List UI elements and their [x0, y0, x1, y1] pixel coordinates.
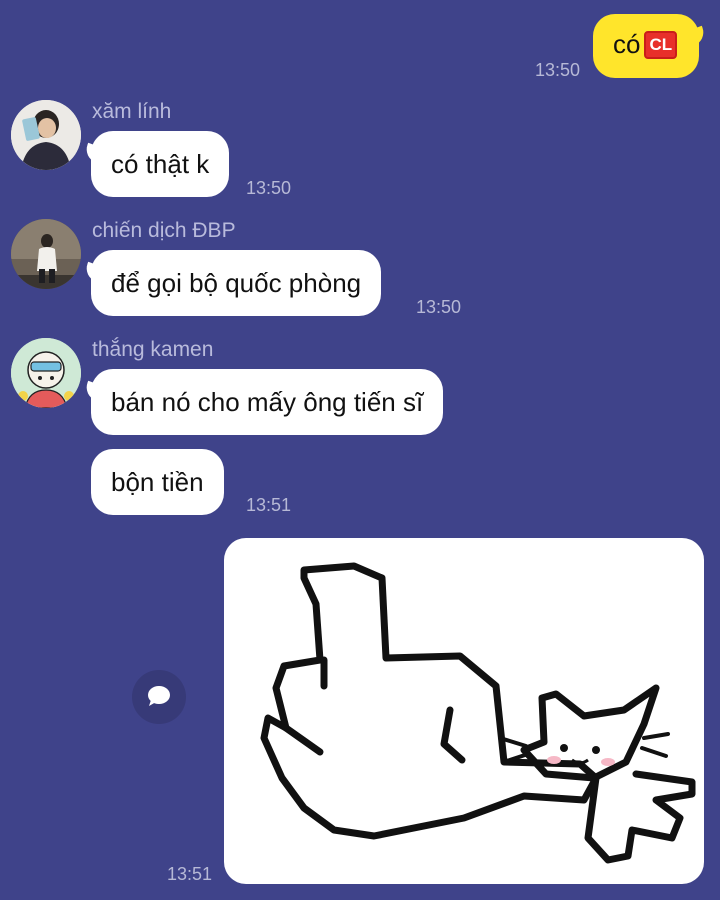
message-timestamp: 13:51: [246, 495, 292, 515]
message-text: bán nó cho mấy ông tiến sĩ: [111, 387, 424, 417]
outgoing-message-bubble[interactable]: có CL: [593, 14, 700, 78]
cartoon-avatar-icon: [11, 338, 81, 408]
person-avatar-icon: [11, 100, 81, 170]
message-timestamp: 13:50: [416, 297, 462, 317]
avatar-xam-linh[interactable]: [11, 100, 81, 170]
message-timestamp: 13:50: [246, 178, 292, 198]
person-avatar-icon: [11, 219, 81, 289]
message-text: có thật k: [111, 149, 210, 179]
avatar-chien-dich[interactable]: [11, 219, 81, 289]
floating-chat-button[interactable]: [132, 670, 186, 724]
incoming-message-bubble[interactable]: bán nó cho mấy ông tiến sĩ: [91, 369, 444, 435]
sender-name: chiến dịch ĐBP: [92, 219, 236, 242]
cl-emoji-badge: CL: [644, 31, 678, 59]
sticker-message[interactable]: [224, 538, 704, 884]
message-text: bộn tiền: [111, 467, 204, 497]
message-timestamp: 13:50: [535, 60, 581, 80]
incoming-message-bubble[interactable]: để gọi bộ quốc phòng: [91, 250, 382, 316]
incoming-message-bubble[interactable]: có thật k: [91, 131, 230, 197]
middle-finger-cat-sticker-icon: [260, 562, 696, 864]
incoming-message-bubble[interactable]: bộn tiền: [91, 449, 224, 515]
message-timestamp: 13:51: [167, 864, 213, 884]
sender-name: xăm lính: [92, 100, 172, 123]
avatar-thang-kamen[interactable]: [11, 338, 81, 408]
message-text: để gọi bộ quốc phòng: [111, 268, 362, 298]
sender-name: thắng kamen: [92, 338, 214, 361]
chat-bubble-icon: [148, 686, 170, 706]
message-text: có: [613, 29, 641, 59]
